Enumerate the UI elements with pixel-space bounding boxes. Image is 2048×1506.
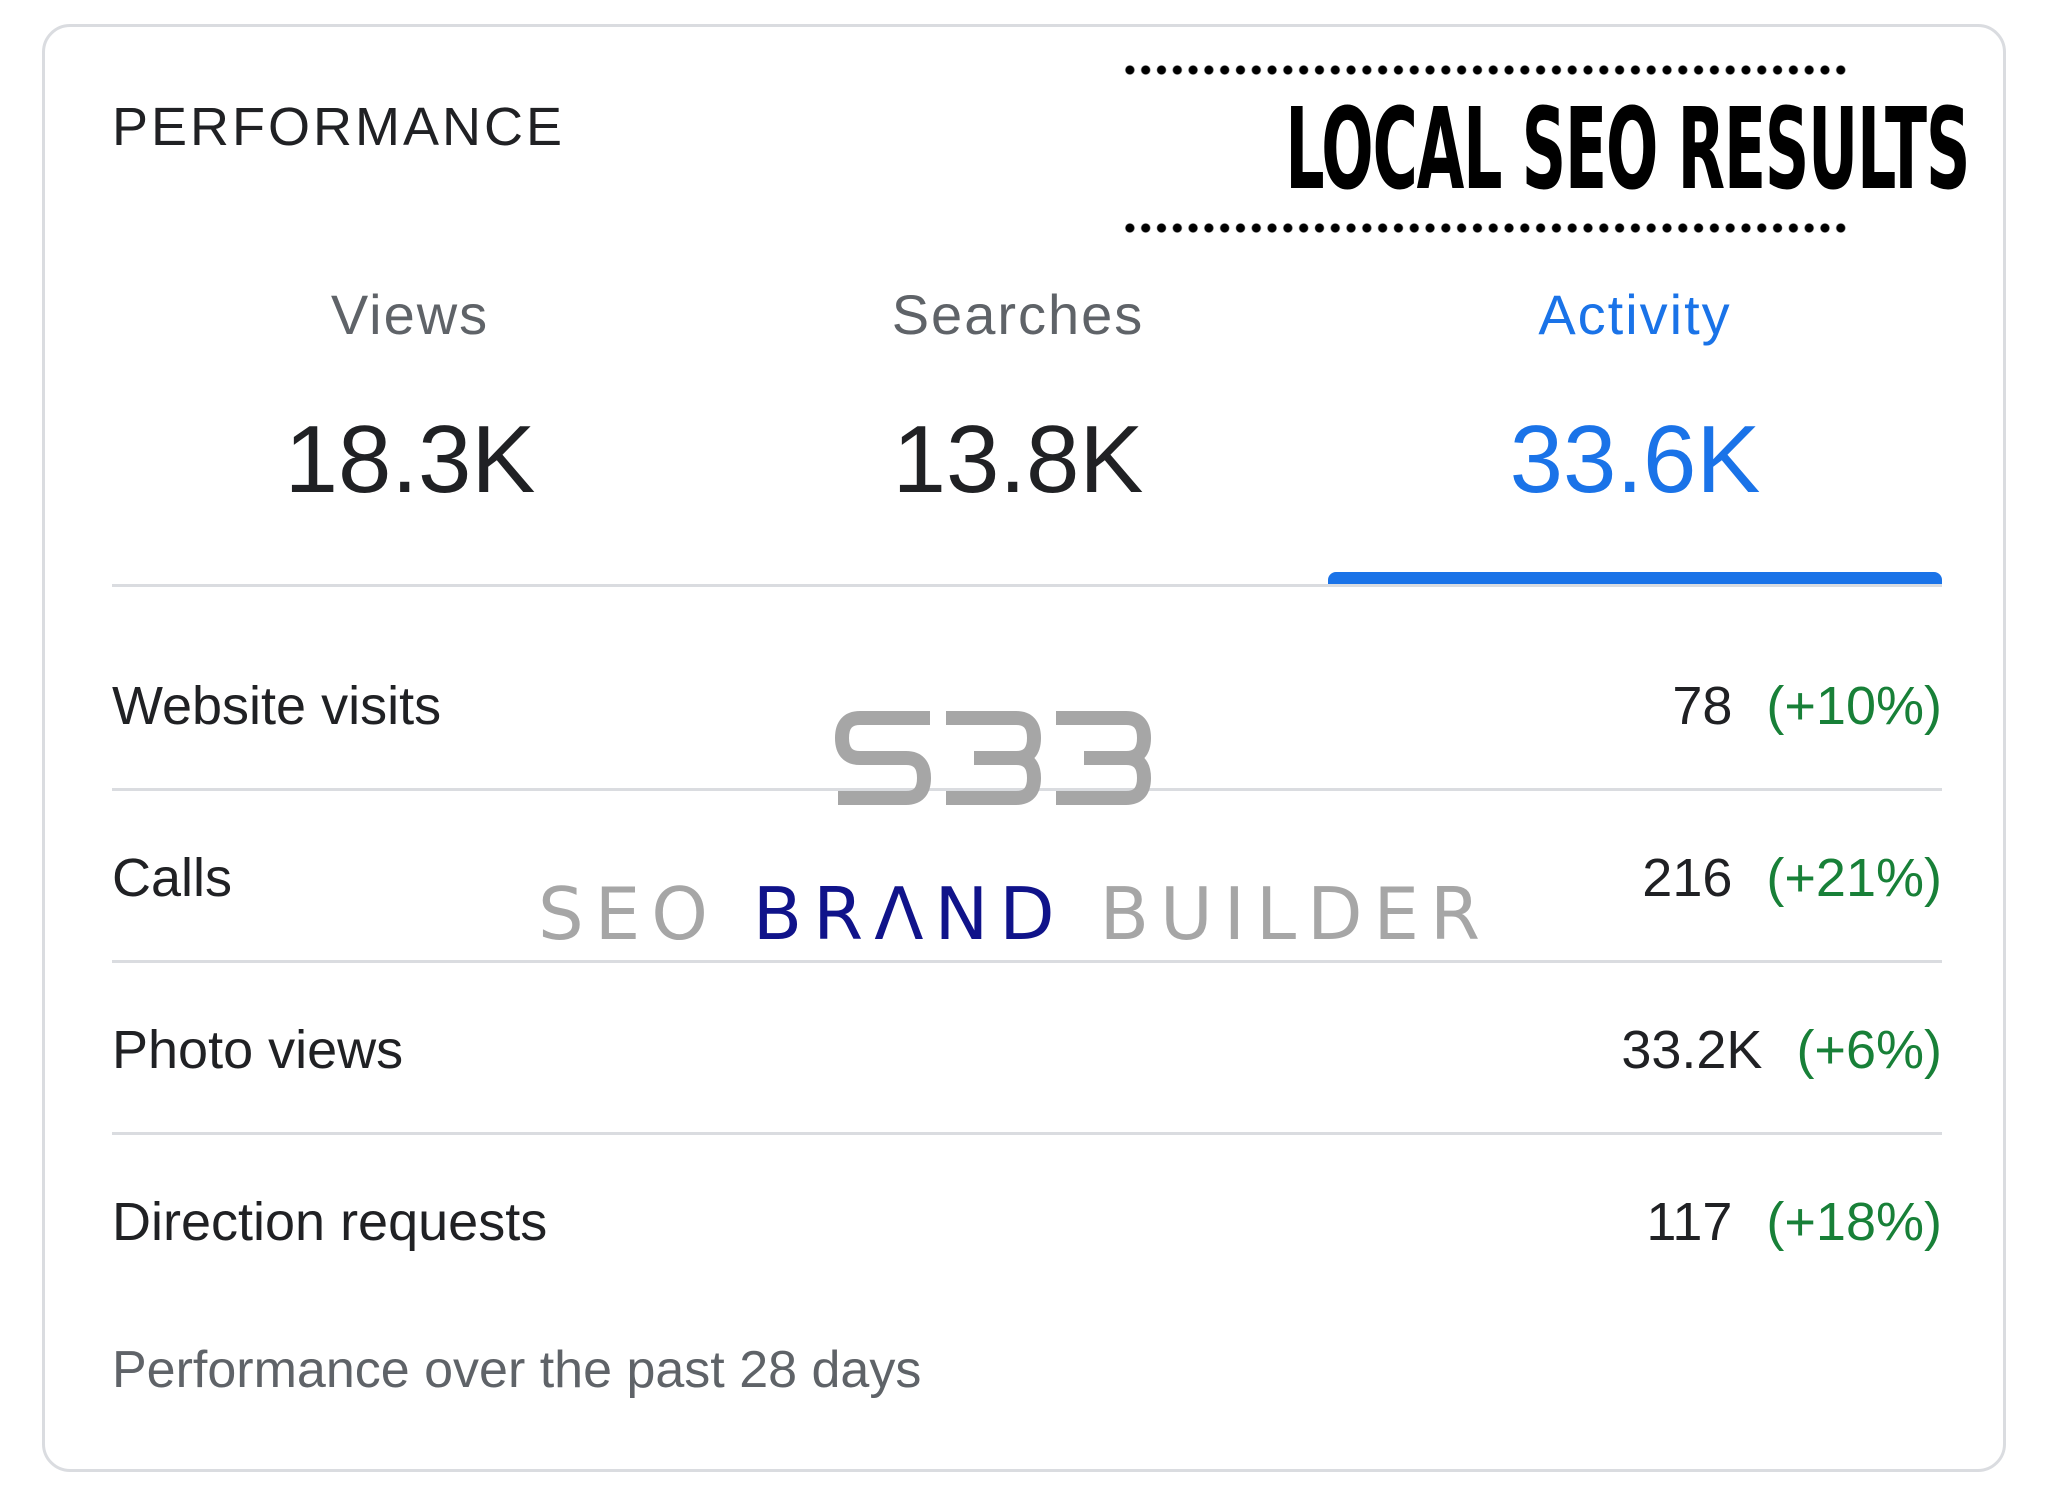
card-title: PERFORMANCE [112,97,566,157]
banner-dotted-border-bottom [1122,222,1848,234]
banner-title: LOCAL SEO RESULTS [1285,85,1970,215]
local-seo-results-banner: LOCAL SEO RESULTS [1122,64,1970,236]
metric-value: 216 [1642,848,1733,908]
banner-dotted-border-top [1122,64,1848,76]
metric-value: 33.2K [1621,1020,1763,1080]
metric-label: Photo views [112,1020,404,1080]
seo-brand-builder-watermark: SEO BRΛND BUILDER [538,872,1480,956]
tab-activity[interactable]: Activity 33.6K [1328,270,1942,590]
metric-row-photo-views: Photo views 33.2K (+6%) [112,964,1942,1136]
metric-label: Calls [112,848,233,908]
metric-change: (+21%) [1766,848,1942,908]
metric-label: Direction requests [112,1192,548,1252]
row-divider [112,960,1942,963]
metric-label: Website visits [112,676,442,736]
active-tab-indicator [1328,572,1942,584]
tabs-divider [112,584,1942,587]
tab-searches[interactable]: Searches 13.8K [720,270,1316,590]
row-divider [112,1132,1942,1135]
watermark-word-seo: SEO [538,872,719,956]
metric-row-direction-requests: Direction requests 117 (+18%) [112,1136,1942,1308]
watermark-word-builder: BUILDER [1099,872,1492,956]
tab-views[interactable]: Views 18.3K [112,270,708,590]
metric-change: (+6%) [1796,1020,1942,1080]
tab-views-label: Views [330,283,490,346]
tab-views-value: 18.3K [284,406,536,513]
metric-value: 117 [1646,1192,1733,1252]
footer-note: Performance over the past 28 days [112,1341,922,1399]
tab-searches-value: 13.8K [892,406,1144,513]
tab-searches-label: Searches [891,283,1145,346]
tab-activity-value: 33.6K [1509,406,1761,513]
tab-activity-label: Activity [1538,283,1732,346]
metric-change: (+10%) [1766,676,1942,736]
metric-value: 78 [1672,676,1733,736]
metric-change: (+18%) [1766,1192,1942,1252]
watermark-word-brand: BRΛND [752,872,1066,956]
sbb-logo-icon [835,711,1151,805]
